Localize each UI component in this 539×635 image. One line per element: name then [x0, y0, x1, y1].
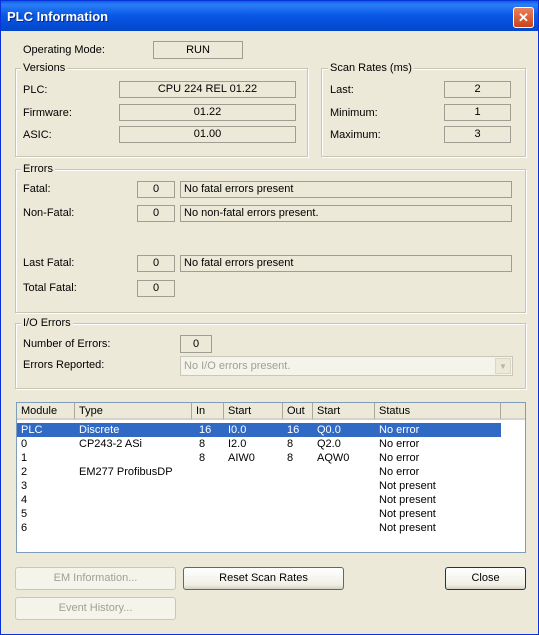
column-header-filler	[501, 403, 525, 420]
last-scan-label: Last:	[330, 84, 354, 96]
non-fatal-label: Non-Fatal:	[23, 207, 75, 219]
cell-status: No error	[379, 466, 420, 478]
table-row[interactable]: 3 Not present	[17, 479, 501, 493]
operating-mode-label: Operating Mode:	[23, 44, 105, 56]
table-row[interactable]: 1 8 AIW0 8 AQW0 No error	[17, 451, 501, 465]
cell-type: Discrete	[79, 424, 120, 436]
cell-out: 8	[287, 438, 294, 450]
non-fatal-message: No non-fatal errors present.	[180, 205, 512, 222]
cell-out-start: Q0.0	[317, 424, 341, 436]
firmware-label: Firmware:	[23, 107, 72, 119]
table-row[interactable]: 4 Not present	[17, 493, 501, 507]
cell-status: No error	[379, 438, 420, 450]
column-header-in-start[interactable]: Start	[224, 403, 283, 420]
fatal-label: Fatal:	[23, 183, 51, 195]
cell-in-start: I0.0	[228, 424, 247, 436]
total-fatal-label: Total Fatal:	[23, 282, 77, 294]
fatal-count: 0	[137, 181, 175, 198]
errors-reported-dropdown[interactable]: No I/O errors present. ▼	[180, 356, 513, 376]
cell-in: 8	[199, 452, 206, 464]
cell-in-start: AIW0	[228, 452, 255, 464]
errors-group-title: Errors	[21, 163, 55, 175]
cell-out-start: AQW0	[317, 452, 350, 464]
module-list[interactable]: Module Type In Start Out Start Status PL…	[16, 402, 526, 553]
table-row[interactable]: 5 Not present	[17, 507, 501, 521]
cell-in: 8	[199, 438, 206, 450]
cell-module: 3	[21, 480, 28, 492]
io-errors-group-title: I/O Errors	[21, 317, 73, 329]
column-header-type[interactable]: Type	[75, 403, 192, 420]
chevron-down-icon[interactable]: ▼	[495, 358, 511, 374]
firmware-value: 01.22	[119, 104, 296, 121]
cell-module: 4	[21, 494, 28, 506]
cell-out-start: Q2.0	[317, 438, 341, 450]
last-scan-value: 2	[444, 81, 511, 98]
maximum-scan-value: 3	[444, 126, 511, 143]
operating-mode-value: RUN	[153, 41, 243, 59]
asic-value: 01.00	[119, 126, 296, 143]
number-of-errors-label: Number of Errors:	[23, 338, 111, 350]
cell-module: 0	[21, 438, 28, 450]
cell-type: CP243-2 ASi	[79, 438, 142, 450]
cell-out: 16	[287, 424, 300, 436]
column-header-in[interactable]: In	[192, 403, 224, 420]
reset-scan-rates-button[interactable]: Reset Scan Rates	[183, 567, 344, 590]
close-icon[interactable]: ✕	[513, 7, 534, 28]
plc-label: PLC:	[23, 84, 48, 96]
minimum-scan-value: 1	[444, 104, 511, 121]
scan-rates-group-title: Scan Rates (ms)	[328, 62, 414, 74]
cell-module: 5	[21, 508, 28, 520]
column-header-module[interactable]: Module	[17, 403, 75, 420]
column-header-out[interactable]: Out	[283, 403, 313, 420]
cell-in: 16	[199, 424, 212, 436]
cell-status: No error	[379, 424, 420, 436]
cell-status: Not present	[379, 508, 436, 520]
non-fatal-count: 0	[137, 205, 175, 222]
errors-reported-value: No I/O errors present.	[184, 360, 291, 372]
window-title: PLC Information	[7, 9, 109, 24]
cell-type: EM277 ProfibusDP	[79, 466, 173, 478]
asic-label: ASIC:	[23, 129, 52, 141]
em-information-button[interactable]: EM Information...	[15, 567, 176, 590]
column-header-out-start[interactable]: Start	[313, 403, 375, 420]
cell-status: No error	[379, 452, 420, 464]
plc-version-value: CPU 224 REL 01.22	[119, 81, 296, 98]
versions-group-title: Versions	[21, 62, 68, 74]
cell-module: 2	[21, 466, 28, 478]
number-of-errors-value: 0	[180, 335, 212, 353]
cell-out: 8	[287, 452, 294, 464]
title-bar[interactable]: PLC Information ✕	[1, 1, 538, 31]
minimum-scan-label: Minimum:	[330, 107, 378, 119]
table-row[interactable]: 0 CP243-2 ASi 8 I2.0 8 Q2.0 No error	[17, 437, 501, 451]
close-button[interactable]: Close	[445, 567, 526, 590]
fatal-message: No fatal errors present	[180, 181, 512, 198]
column-header-status[interactable]: Status	[375, 403, 501, 420]
total-fatal-count: 0	[137, 280, 175, 297]
cell-status: Not present	[379, 480, 436, 492]
cell-in-start: I2.0	[228, 438, 247, 450]
last-fatal-count: 0	[137, 255, 175, 272]
table-row[interactable]: PLC Discrete 16 I0.0 16 Q0.0 No error	[17, 423, 501, 437]
plc-information-dialog: PLC Information ✕ Operating Mode: RUN Ve…	[0, 0, 539, 635]
cell-module: PLC	[21, 424, 43, 436]
errors-reported-label: Errors Reported:	[23, 359, 105, 371]
last-fatal-message: No fatal errors present	[180, 255, 512, 272]
cell-status: Not present	[379, 494, 436, 506]
cell-status: Not present	[379, 522, 436, 534]
table-row[interactable]: 2 EM277 ProfibusDP No error	[17, 465, 501, 479]
event-history-button[interactable]: Event History...	[15, 597, 176, 620]
cell-module: 1	[21, 452, 28, 464]
cell-module: 6	[21, 522, 28, 534]
maximum-scan-label: Maximum:	[330, 129, 381, 141]
table-row[interactable]: 6 Not present	[17, 521, 501, 535]
last-fatal-label: Last Fatal:	[23, 257, 75, 269]
